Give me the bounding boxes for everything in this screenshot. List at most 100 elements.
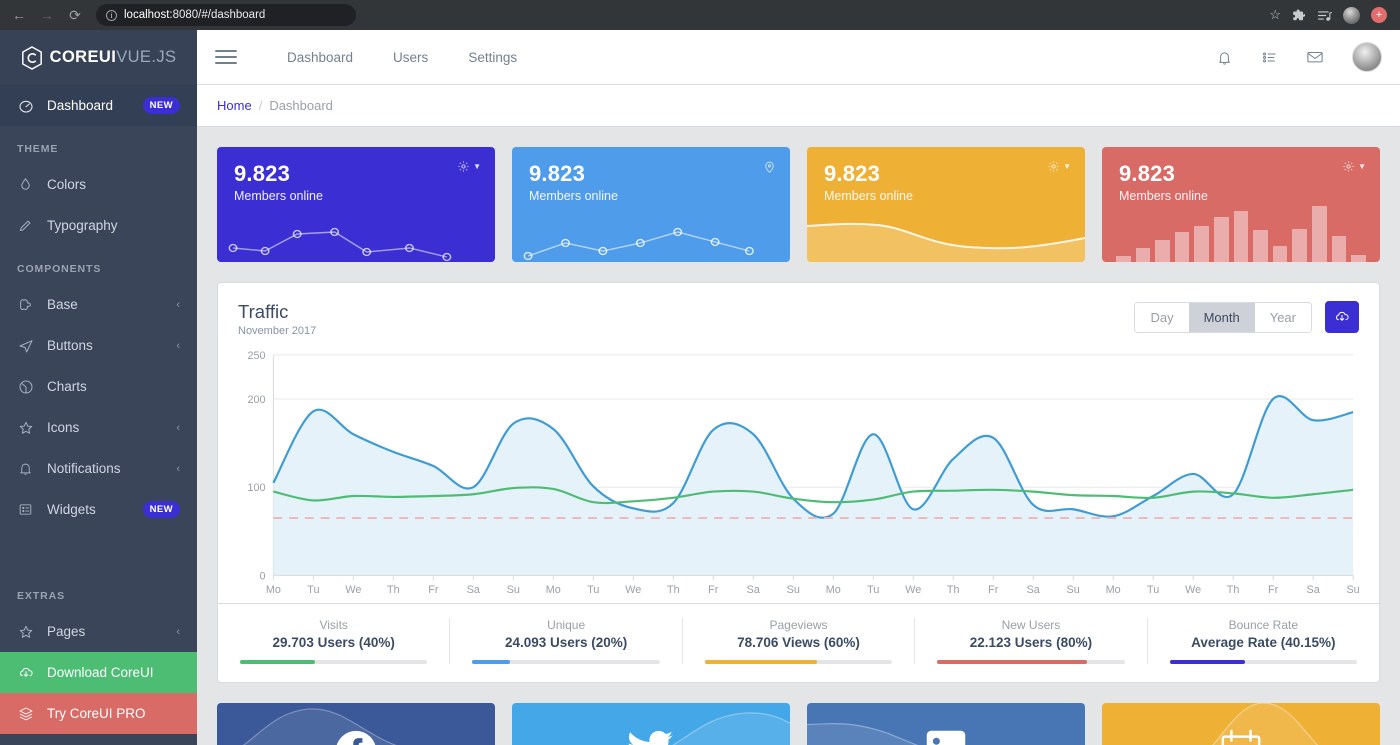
card-dropdown[interactable]: ▼	[457, 160, 481, 173]
svg-text:200: 200	[247, 394, 265, 406]
footer-progress-bar	[937, 660, 1125, 664]
sidebar-item-colors[interactable]: Colors	[0, 164, 197, 205]
sidebar-item-label: Buttons	[47, 338, 93, 353]
sidebar-item-base[interactable]: Base ‹	[0, 284, 197, 325]
site-info-icon[interactable]: i	[106, 9, 117, 21]
extensions-puzzle-icon[interactable]	[1292, 8, 1306, 22]
svg-text:We: We	[1185, 584, 1201, 596]
sidebar-item-try-coreui-pro[interactable]: Try CoreUI PRO	[0, 693, 197, 734]
task-list-icon[interactable]	[1261, 49, 1278, 66]
svg-text:Fr: Fr	[428, 584, 439, 596]
card-dropdown[interactable]: ▼	[1047, 160, 1071, 173]
range-button-month[interactable]: Month	[1188, 302, 1255, 332]
browser-address-bar[interactable]: i localhost:8080/#/dashboard	[96, 4, 356, 26]
svg-text:We: We	[625, 584, 641, 596]
footer-progress-bar	[472, 660, 660, 664]
stat-cards-row: 9.823 Members online ▼ 9.823 Members onl…	[217, 147, 1380, 262]
sidebar-item-buttons[interactable]: Buttons ‹	[0, 325, 197, 366]
sidebar-item-dashboard[interactable]: Dashboard NEW	[0, 85, 197, 126]
traffic-card-header: Traffic November 2017 Day Month Year	[218, 283, 1379, 341]
badge-new: NEW	[142, 97, 180, 114]
svg-text:Mo: Mo	[826, 584, 841, 596]
traffic-chart: 0 100 200 250 Mo Tu We Th Fr Sa Su Mo Tu We Th Fr Sa Su Mo…	[218, 341, 1379, 603]
top-navbar: Dashboard Users Settings	[197, 30, 1400, 85]
sidebar-item-download-coreui[interactable]: Download CoreUI	[0, 652, 197, 693]
sidebar-item-charts[interactable]: Charts	[0, 366, 197, 407]
top-nav-link-users[interactable]: Users	[373, 50, 448, 65]
stat-label: Members online	[529, 189, 618, 204]
coreui-logo-icon	[21, 45, 42, 70]
footer-stat-label: Pageviews	[769, 618, 828, 632]
location-pin-icon	[765, 161, 774, 173]
playlist-icon[interactable]	[1317, 9, 1332, 22]
svg-text:Sa: Sa	[1027, 584, 1041, 596]
social-card-facebook[interactable]	[217, 703, 495, 745]
svg-text:Th: Th	[947, 584, 960, 596]
cloud-download-icon	[17, 664, 34, 681]
footer-stat-value: 22.123 Users (80%)	[969, 635, 1093, 650]
chevron-left-icon: ‹	[176, 421, 180, 434]
svg-text:Tu: Tu	[587, 584, 599, 596]
traffic-card: Traffic November 2017 Day Month Year 0 1…	[217, 282, 1380, 683]
social-card-calendar[interactable]	[1102, 703, 1380, 745]
footer-stat-label: Bounce Rate	[1228, 618, 1299, 632]
browser-back-button[interactable]: ←	[6, 2, 32, 28]
footer-stat-value: 24.093 Users (20%)	[504, 635, 628, 650]
footer-stat-visits: Visits 29.703 Users (40%)	[218, 618, 451, 664]
browser-profile-avatar[interactable]	[1343, 6, 1360, 24]
footer-stat-label: Visits	[319, 618, 348, 632]
range-button-day[interactable]: Day	[1135, 302, 1189, 332]
sidebar-item-typography[interactable]: Typography	[0, 205, 197, 246]
footer-stat-value: 29.703 Users (40%)	[272, 635, 395, 650]
svg-text:Su: Su	[787, 584, 800, 596]
envelope-icon[interactable]	[1306, 48, 1324, 66]
svg-text:Th: Th	[1227, 584, 1240, 596]
stat-value: 9.823	[1119, 161, 1176, 186]
cursor-icon	[17, 337, 34, 354]
browser-reload-button[interactable]: ⟳	[62, 2, 88, 28]
sidebar-item-notifications[interactable]: Notifications ‹	[0, 448, 197, 489]
page-content: 9.823 Members online ▼ 9.823 Members onl…	[197, 127, 1400, 745]
bell-icon[interactable]	[1216, 49, 1233, 66]
sidebar-item-pages[interactable]: Pages ‹	[0, 611, 197, 652]
stat-value: 9.823	[529, 161, 586, 186]
breadcrumb-current: Dashboard	[269, 98, 333, 113]
brand-logo-area[interactable]: COREUIVUE.JS	[0, 30, 197, 85]
svg-text:Fr: Fr	[988, 584, 999, 596]
chevron-down-icon: ▼	[1063, 162, 1071, 171]
svg-text:We: We	[905, 584, 921, 596]
badge-new: NEW	[142, 501, 180, 518]
chevron-left-icon: ‹	[176, 625, 180, 638]
range-button-year[interactable]: Year	[1254, 302, 1311, 332]
user-avatar[interactable]	[1352, 42, 1382, 72]
stat-card-members-online-4[interactable]: 9.823 Members online ▼	[1102, 147, 1380, 262]
sidebar-item-label: Icons	[47, 420, 80, 435]
svg-text:Sa: Sa	[467, 584, 481, 596]
social-card-linkedin[interactable]	[807, 703, 1085, 745]
social-card-twitter[interactable]	[512, 703, 790, 745]
facebook-icon	[334, 729, 378, 745]
stat-card-members-online-1[interactable]: 9.823 Members online ▼	[217, 147, 495, 262]
browser-forward-button[interactable]: →	[34, 2, 60, 28]
stat-card-members-online-3[interactable]: 9.823 Members online ▼	[807, 147, 1085, 262]
sidebar-section-extras: EXTRAS	[17, 590, 65, 602]
bookmark-star-icon[interactable]: ☆	[1269, 7, 1281, 23]
hamburger-menu-icon[interactable]	[215, 50, 237, 64]
card-dropdown[interactable]	[763, 160, 776, 174]
footer-stat-label: Unique	[547, 618, 586, 632]
breadcrumb-home[interactable]: Home	[217, 98, 252, 113]
stat-card-members-online-2[interactable]: 9.823 Members online	[512, 147, 790, 262]
sparkline-chart	[512, 204, 790, 262]
download-button[interactable]	[1325, 301, 1359, 333]
sidebar: COREUIVUE.JS Dashboard NEW THEME Colors	[0, 30, 197, 745]
top-nav-link-dashboard[interactable]: Dashboard	[267, 50, 373, 65]
app-shell: COREUIVUE.JS Dashboard NEW THEME Colors	[0, 30, 1400, 745]
top-nav-link-settings[interactable]: Settings	[448, 50, 537, 65]
sidebar-item-widgets[interactable]: Widgets NEW	[0, 489, 197, 530]
brand-text-secondary: VUE.JS	[116, 48, 177, 66]
sidebar-item-label: Try CoreUI PRO	[47, 706, 146, 721]
record-button-icon[interactable]: +	[1371, 7, 1387, 23]
card-dropdown[interactable]: ▼	[1342, 160, 1366, 173]
area-chart	[807, 204, 1085, 262]
sidebar-item-icons[interactable]: Icons ‹	[0, 407, 197, 448]
